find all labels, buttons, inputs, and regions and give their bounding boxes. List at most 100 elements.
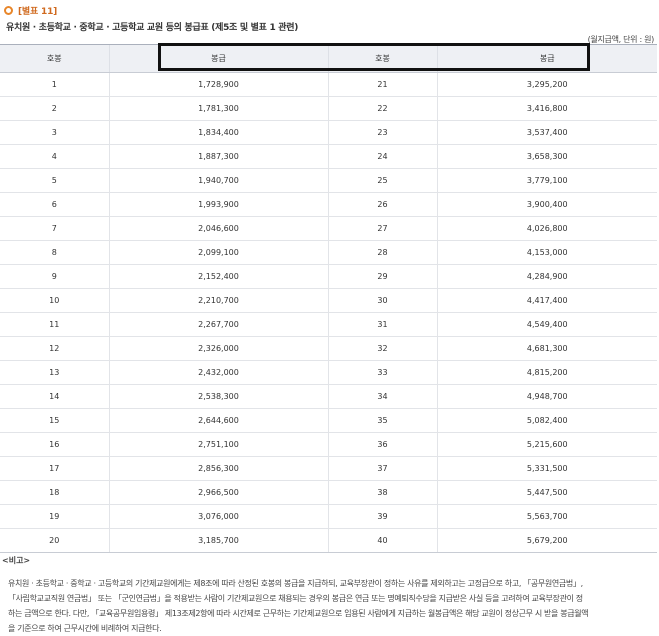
cell-salary: 3,537,400 — [436, 120, 657, 145]
cell-step: 39 — [327, 504, 437, 529]
col-header-salary: 봉급 — [108, 44, 328, 73]
cell-step: 25 — [327, 168, 437, 193]
note-line: 을 기준으로 하여 근무시간에 비례하여 지급한다. — [8, 624, 162, 633]
cell-step: 4 — [0, 144, 109, 169]
cell-step: 28 — [327, 240, 437, 265]
cell-salary: 5,215,600 — [436, 432, 657, 457]
cell-step: 2 — [0, 96, 109, 121]
cell-step: 11 — [0, 312, 109, 337]
table-row: 3 1,834,400 23 3,537,400 — [0, 120, 657, 145]
cell-step: 29 — [327, 264, 437, 289]
cell-step: 33 — [327, 360, 437, 385]
cell-salary: 2,644,600 — [108, 408, 328, 433]
cell-salary: 2,210,700 — [108, 288, 328, 313]
table-row: 15 2,644,600 35 5,082,400 — [0, 408, 657, 433]
note-line: 하는 금액으로 한다. 다만, 「교육공무원임용령」 제13조제2항에 따라 시… — [8, 609, 589, 618]
cell-step: 22 — [327, 96, 437, 121]
table-row: 1 1,728,900 21 3,295,200 — [0, 72, 657, 97]
table-row: 16 2,751,100 36 5,215,600 — [0, 432, 657, 457]
cell-step: 12 — [0, 336, 109, 361]
cell-step: 19 — [0, 504, 109, 529]
cell-salary: 2,966,500 — [108, 480, 328, 505]
cell-salary: 5,082,400 — [436, 408, 657, 433]
cell-step: 21 — [327, 72, 437, 97]
cell-step: 30 — [327, 288, 437, 313]
cell-step: 34 — [327, 384, 437, 409]
header-row: 호봉 봉급 호봉 봉급 — [0, 44, 657, 73]
notes-heading: <비고> — [2, 556, 31, 565]
table-row: 12 2,326,000 32 4,681,300 — [0, 336, 657, 361]
cell-salary: 2,856,300 — [108, 456, 328, 481]
cell-salary: 4,153,000 — [436, 240, 657, 265]
cell-salary: 2,046,600 — [108, 216, 328, 241]
cell-step: 14 — [0, 384, 109, 409]
cell-salary: 3,658,300 — [436, 144, 657, 169]
cell-salary: 3,185,700 — [108, 528, 328, 553]
cell-step: 26 — [327, 192, 437, 217]
cell-step: 5 — [0, 168, 109, 193]
table-row: 13 2,432,000 33 4,815,200 — [0, 360, 657, 385]
cell-salary: 2,538,300 — [108, 384, 328, 409]
note-line: 유치원 · 초등학교 · 중학교 · 고등학교의 기간제교원에게는 제8조에 따… — [8, 579, 583, 588]
cell-salary: 4,026,800 — [436, 216, 657, 241]
table-row: 18 2,966,500 38 5,447,500 — [0, 480, 657, 505]
cell-salary: 5,563,700 — [436, 504, 657, 529]
col-header-step: 호봉 — [0, 44, 109, 73]
cell-step: 13 — [0, 360, 109, 385]
cell-salary: 2,751,100 — [108, 432, 328, 457]
table-row: 17 2,856,300 37 5,331,500 — [0, 456, 657, 481]
title-row: [별표 11] — [4, 3, 298, 17]
cell-salary: 1,887,300 — [108, 144, 328, 169]
cell-salary: 4,681,300 — [436, 336, 657, 361]
cell-salary: 3,416,800 — [436, 96, 657, 121]
cell-step: 7 — [0, 216, 109, 241]
table-title: [별표 11] — [18, 6, 58, 17]
table-row: 5 1,940,700 25 3,779,100 — [0, 168, 657, 193]
cell-salary: 1,781,300 — [108, 96, 328, 121]
circle-bullet-icon — [4, 5, 13, 15]
cell-salary: 2,326,000 — [108, 336, 328, 361]
cell-salary: 4,284,900 — [436, 264, 657, 289]
cell-step: 36 — [327, 432, 437, 457]
cell-step: 9 — [0, 264, 109, 289]
col-header-step: 호봉 — [327, 44, 437, 73]
cell-salary: 2,267,700 — [108, 312, 328, 337]
salary-table: 호봉 봉급 호봉 봉급 1 1,728,900 21 3,295,200 2 1,781,… — [0, 44, 657, 553]
cell-step: 10 — [0, 288, 109, 313]
cell-step: 17 — [0, 456, 109, 481]
cell-step: 6 — [0, 192, 109, 217]
cell-step: 40 — [327, 528, 437, 553]
cell-step: 16 — [0, 432, 109, 457]
cell-salary: 1,728,900 — [108, 72, 328, 97]
cell-step: 23 — [327, 120, 437, 145]
table-row: 2 1,781,300 22 3,416,800 — [0, 96, 657, 121]
table-row: 6 1,993,900 26 3,900,400 — [0, 192, 657, 217]
table-row: 8 2,099,100 28 4,153,000 — [0, 240, 657, 265]
cell-salary: 4,549,400 — [436, 312, 657, 337]
cell-step: 8 — [0, 240, 109, 265]
cell-salary: 1,993,900 — [108, 192, 328, 217]
cell-step: 31 — [327, 312, 437, 337]
cell-step: 15 — [0, 408, 109, 433]
col-header-salary: 봉급 — [436, 44, 657, 73]
cell-salary: 1,834,400 — [108, 120, 328, 145]
table-row: 10 2,210,700 30 4,417,400 — [0, 288, 657, 313]
cell-salary: 3,076,000 — [108, 504, 328, 529]
cell-salary: 3,779,100 — [436, 168, 657, 193]
cell-salary: 5,331,500 — [436, 456, 657, 481]
cell-salary: 2,432,000 — [108, 360, 328, 385]
notes-body: 유치원 · 초등학교 · 중학교 · 고등학교의 기간제교원에게는 제8조에 따… — [8, 576, 656, 636]
table-subtitle: 유치원 · 초등학교 · 중학교 · 고등학교 교원 등의 봉급표 (제5조 및… — [6, 23, 299, 33]
cell-step: 20 — [0, 528, 109, 553]
cell-salary: 4,815,200 — [436, 360, 657, 385]
cell-salary: 4,948,700 — [436, 384, 657, 409]
cell-salary: 5,447,500 — [436, 480, 657, 505]
table-row: 19 3,076,000 39 5,563,700 — [0, 504, 657, 529]
cell-salary: 3,295,200 — [436, 72, 657, 97]
table-row: 11 2,267,700 31 4,549,400 — [0, 312, 657, 337]
cell-step: 24 — [327, 144, 437, 169]
table-row: 4 1,887,300 24 3,658,300 — [0, 144, 657, 169]
cell-salary: 2,099,100 — [108, 240, 328, 265]
table-row: 14 2,538,300 34 4,948,700 — [0, 384, 657, 409]
page-header: [별표 11] 유치원 · 초등학교 · 중학교 · 고등학교 교원 등의 봉급… — [4, 3, 298, 33]
